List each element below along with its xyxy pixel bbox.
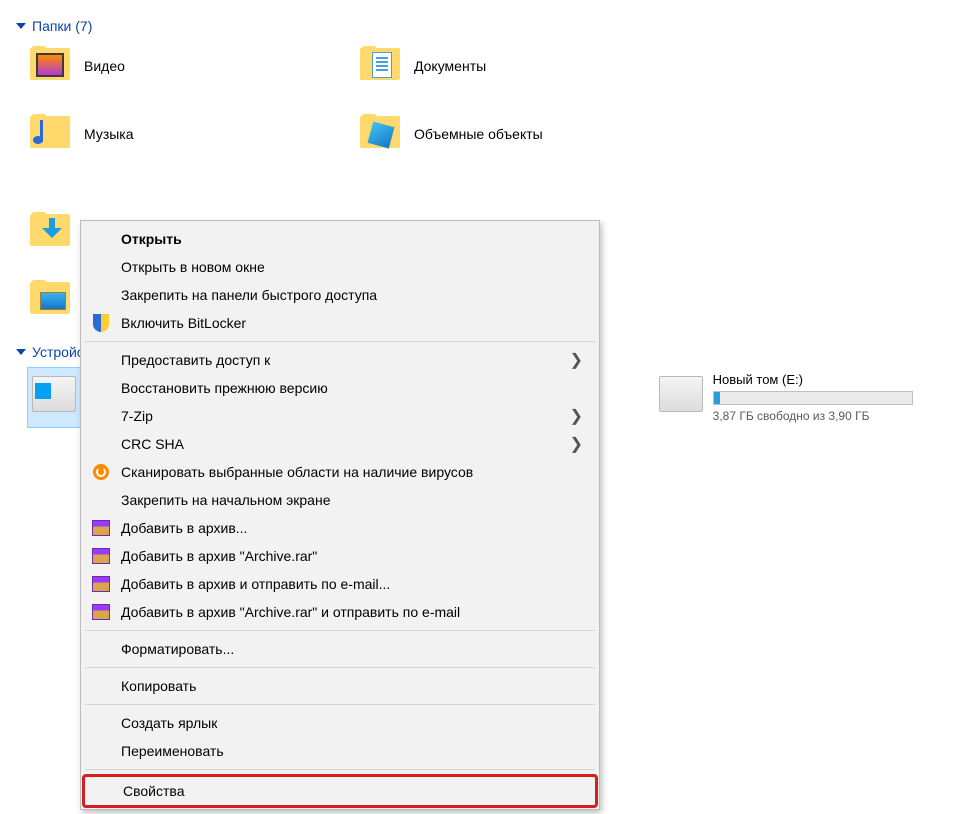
menu-item[interactable]: Добавить в архив... (83, 514, 597, 542)
blank-icon (93, 781, 113, 801)
folder-label: Видео (84, 58, 125, 74)
folder-item[interactable]: Документы (358, 42, 638, 90)
folder-icon (30, 46, 74, 86)
menu-separator (85, 704, 595, 705)
menu-item[interactable]: Открыть (83, 225, 597, 253)
menu-item-label: Свойства (123, 783, 581, 799)
blank-icon (91, 434, 111, 454)
blank-icon (91, 285, 111, 305)
folder-item[interactable]: Объемные объекты (358, 110, 638, 158)
rar-icon (91, 518, 111, 538)
menu-item[interactable]: Создать ярлык (83, 709, 597, 737)
blank-icon (91, 257, 111, 277)
drive-icon (32, 376, 76, 412)
menu-separator (85, 341, 595, 342)
menu-item-label: Добавить в архив "Archive.rar" (121, 548, 583, 564)
menu-item[interactable]: Открыть в новом окне (83, 253, 597, 281)
blank-icon (91, 229, 111, 249)
folder-label: Музыка (84, 126, 134, 142)
menu-separator (85, 769, 595, 770)
menu-item[interactable]: 7-Zip ❯ (83, 402, 597, 430)
menu-item[interactable]: Свойства (85, 777, 595, 805)
drive-free-space: 3,87 ГБ свободно из 3,90 ГБ (713, 409, 954, 423)
shield-icon (91, 313, 111, 333)
folder-item[interactable]: Видео (28, 42, 308, 90)
menu-item-label: Закрепить на начальном экране (121, 492, 583, 508)
menu-item[interactable]: Форматировать... (83, 635, 597, 663)
menu-item-label: Копировать (121, 678, 583, 694)
folder-label: Объемные объекты (414, 126, 543, 142)
menu-item[interactable]: Закрепить на панели быстрого доступа (83, 281, 597, 309)
folder-icon (30, 280, 74, 320)
rar-icon (91, 574, 111, 594)
menu-item[interactable]: Добавить в архив и отправить по e-mail..… (83, 570, 597, 598)
context-menu: Открыть Открыть в новом окне Закрепить на … (80, 220, 600, 810)
chevron-down-icon (16, 349, 26, 355)
folder-label: Документы (414, 58, 486, 74)
folder-item[interactable]: Музыка (28, 110, 308, 158)
menu-separator (85, 667, 595, 668)
menu-item[interactable]: Добавить в архив "Archive.rar" (83, 542, 597, 570)
menu-item-label: Открыть (121, 231, 583, 247)
chevron-right-icon: ❯ (570, 406, 583, 426)
menu-item[interactable]: Переименовать (83, 737, 597, 765)
blank-icon (91, 350, 111, 370)
menu-item-label: Создать ярлык (121, 715, 583, 731)
group-header-folders[interactable]: Папки (7) (16, 18, 958, 34)
blank-icon (91, 406, 111, 426)
blank-icon (91, 741, 111, 761)
menu-item-label: Предоставить доступ к (121, 352, 560, 368)
menu-item-label: Добавить в архив и отправить по e-mail..… (121, 576, 583, 592)
blank-icon (91, 713, 111, 733)
menu-separator (85, 630, 595, 631)
menu-item[interactable]: Закрепить на начальном экране (83, 486, 597, 514)
chevron-right-icon: ❯ (570, 434, 583, 454)
drive-name: Новый том (E:) (713, 372, 954, 387)
menu-item-label: Восстановить прежнюю версию (121, 380, 583, 396)
blank-icon (91, 378, 111, 398)
menu-item[interactable]: Включить BitLocker (83, 309, 597, 337)
chevron-right-icon: ❯ (570, 350, 583, 370)
menu-item-label: CRC SHA (121, 436, 560, 452)
drive-item[interactable]: Новый том (E:) 3,87 ГБ свободно из 3,90 Г… (655, 368, 958, 427)
menu-item-label: Переименовать (121, 743, 583, 759)
menu-item-label: 7-Zip (121, 408, 560, 424)
blank-icon (91, 639, 111, 659)
menu-item-highlighted: Свойства (82, 774, 598, 808)
folder-icon (360, 46, 404, 86)
folder-icon (360, 114, 404, 154)
menu-item[interactable]: CRC SHA ❯ (83, 430, 597, 458)
menu-item-label: Закрепить на панели быстрого доступа (121, 287, 583, 303)
group-label: Папки (7) (32, 18, 92, 34)
drive-usage-bar (713, 391, 913, 405)
menu-item-label: Открыть в новом окне (121, 259, 583, 275)
menu-item[interactable]: Предоставить доступ к ❯ (83, 346, 597, 374)
orange-icon (91, 462, 111, 482)
menu-item[interactable]: Добавить в архив "Archive.rar" и отправи… (83, 598, 597, 626)
folder-icon (30, 114, 74, 154)
chevron-down-icon (16, 23, 26, 29)
folder-icon (30, 212, 74, 252)
rar-icon (91, 546, 111, 566)
menu-item-label: Добавить в архив... (121, 520, 583, 536)
menu-item[interactable]: Копировать (83, 672, 597, 700)
blank-icon (91, 676, 111, 696)
menu-item[interactable]: Восстановить прежнюю версию (83, 374, 597, 402)
menu-item-label: Сканировать выбранные области на наличие… (121, 464, 583, 480)
menu-item-label: Добавить в архив "Archive.rar" и отправи… (121, 604, 583, 620)
menu-item-label: Включить BitLocker (121, 315, 583, 331)
blank-icon (91, 490, 111, 510)
drive-icon (659, 376, 703, 412)
menu-item-label: Форматировать... (121, 641, 583, 657)
menu-item[interactable]: Сканировать выбранные области на наличие… (83, 458, 597, 486)
rar-icon (91, 602, 111, 622)
